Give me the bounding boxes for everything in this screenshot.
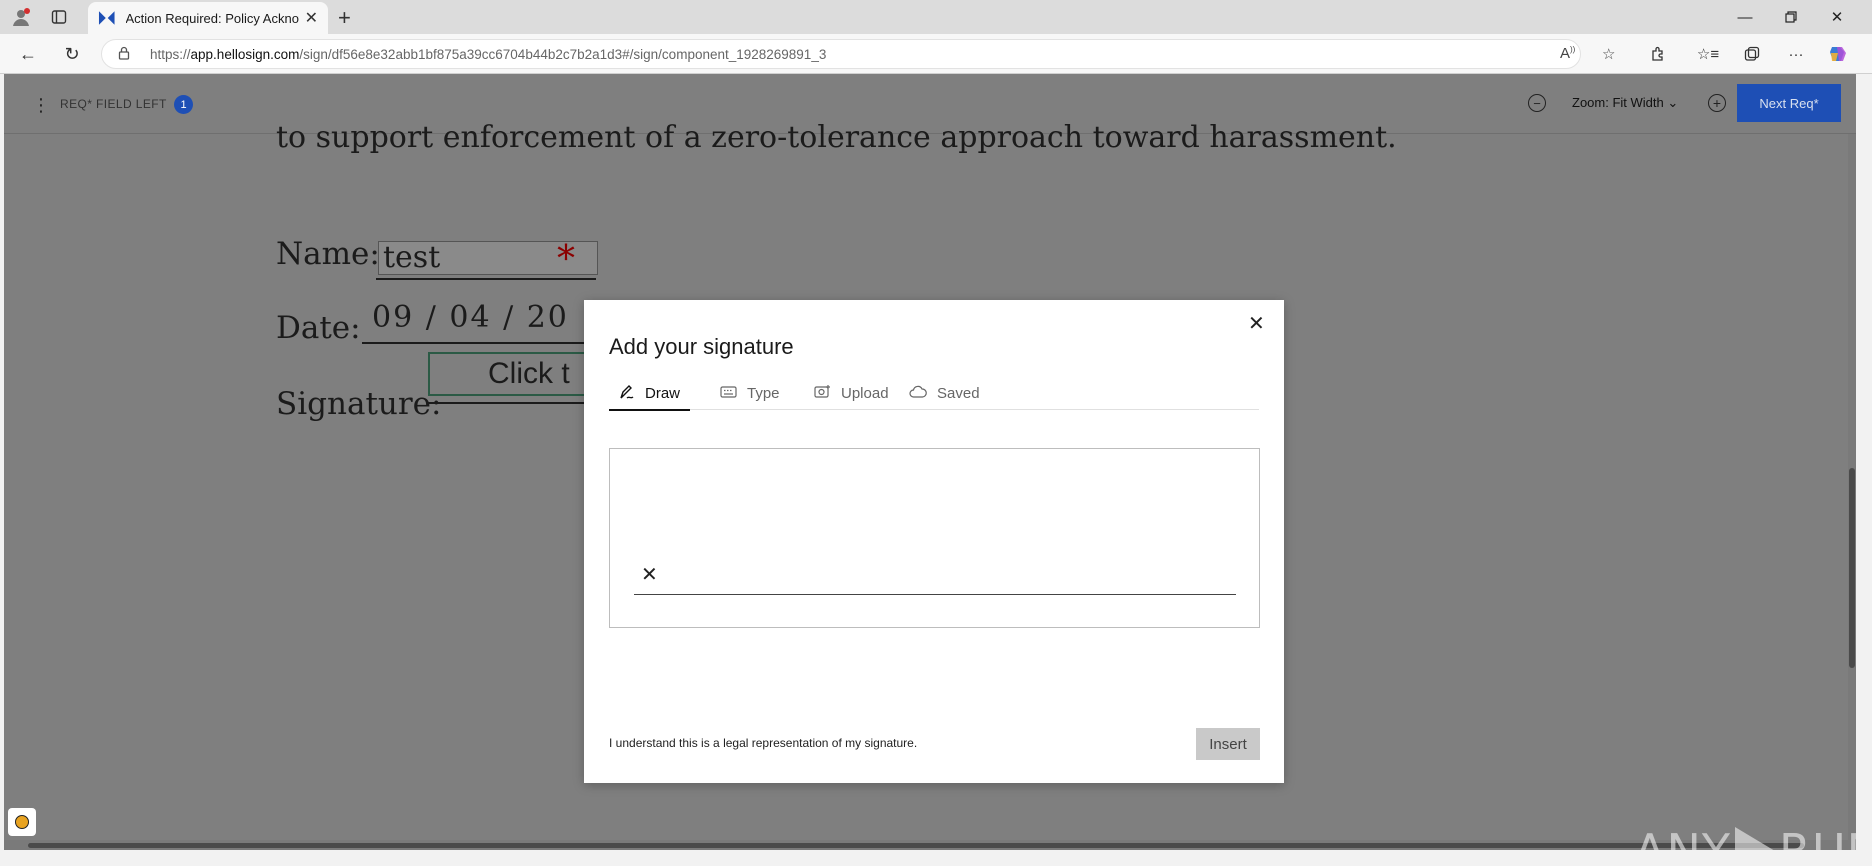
play-logo-icon [1734,827,1775,850]
add-signature-dialog: ✕ Add your signature Draw Type Upload Sa… [584,300,1284,783]
profile-icon[interactable] [10,6,32,28]
tab-title: Action Required: Policy Acknowle [125,10,299,26]
signature-x-mark: ✕ [641,564,658,586]
signature-method-tabs: Draw Type Upload Saved [608,376,1259,411]
camera-upload-icon [814,384,831,402]
back-icon[interactable]: ← [16,43,40,65]
browser-tab-bar: Action Required: Policy Acknowle ✕ + — ✕ [0,0,1872,34]
hellosign-favicon-icon [98,11,115,25]
date-field[interactable]: 09 / 04 / 20 [372,300,569,335]
name-field[interactable]: test * [378,239,598,280]
extensions-icon[interactable] [1646,43,1670,65]
legal-disclaimer: I understand this is a legal representat… [609,736,918,750]
dialog-title: Add your signature [609,334,794,359]
cloud-icon [909,385,927,401]
window-close-icon[interactable]: ✕ [1812,0,1862,34]
reload-icon[interactable]: ↻ [60,43,84,65]
required-fields-label: REQ* FIELD LEFT [60,97,167,111]
chevron-down-icon: ⌄ [1667,95,1679,110]
read-aloud-icon[interactable]: A)) [1560,45,1575,62]
date-label: Date: [276,310,361,346]
required-count-badge: 1 [174,95,193,114]
new-tab-icon[interactable]: + [338,5,351,31]
pen-draw-icon [619,384,635,403]
horizontal-scroll-thumb[interactable] [28,843,1804,848]
more-options-icon[interactable]: ··· [1784,43,1808,65]
dialog-close-icon[interactable]: ✕ [1248,314,1265,334]
vertical-scrollbar[interactable] [1848,134,1856,850]
restore-icon[interactable] [1766,0,1816,34]
next-required-button[interactable]: Next Req* [1737,84,1841,122]
url-field[interactable]: https://app.hellosign.com/sign/df56e8e32… [101,39,1615,69]
minimize-icon[interactable]: — [1720,0,1770,34]
signature-label: Signature: [276,386,442,422]
tab-upload[interactable]: Upload [814,376,889,410]
favorites-icon[interactable]: ☆≡ [1696,43,1720,65]
page-viewport: ⋮ REQ* FIELD LEFT 1 − Zoom: Fit Width ⌄ … [4,74,1856,850]
tab-close-icon[interactable]: ✕ [305,8,318,28]
collections-icon[interactable] [1740,43,1764,65]
favorite-star-icon[interactable]: ☆ [1602,45,1615,63]
anyrun-watermark: ANYRUN [1634,824,1856,850]
copilot-icon[interactable] [1826,43,1850,65]
tab-draw[interactable]: Draw [608,376,691,411]
required-star: * [557,239,575,280]
document-text-line: to support enforcement of a zero-toleran… [276,120,1397,155]
tab-actions-icon[interactable] [48,6,70,28]
name-field-value: test [383,240,441,275]
browser-tab-active[interactable]: Action Required: Policy Acknowle ✕ [88,2,328,34]
zoom-out-icon[interactable]: − [1528,94,1546,112]
vertical-scroll-thumb[interactable] [1849,468,1855,668]
horizontal-scrollbar[interactable] [4,840,1856,850]
lock-icon [118,46,130,63]
cookie-settings-icon[interactable] [8,808,36,836]
tab-saved[interactable]: Saved [909,376,980,410]
kebab-menu-icon[interactable]: ⋮ [32,96,50,114]
signature-baseline [634,594,1236,595]
signature-draw-canvas[interactable]: ✕ [609,448,1260,628]
date-underline [362,342,598,344]
tab-type[interactable]: Type [720,376,780,410]
name-underline [376,278,596,280]
address-bar: ← ↻ https://app.hellosign.com/sign/df56e… [0,34,1872,74]
url-text: https://app.hellosign.com/sign/df56e8e32… [150,47,827,62]
signature-underline [428,402,598,404]
keyboard-icon [720,385,737,401]
zoom-dropdown[interactable]: Zoom: Fit Width ⌄ [1572,95,1678,111]
zoom-in-icon[interactable]: + [1708,94,1726,112]
name-label: Name: [276,236,380,272]
insert-button[interactable]: Insert [1196,728,1260,760]
